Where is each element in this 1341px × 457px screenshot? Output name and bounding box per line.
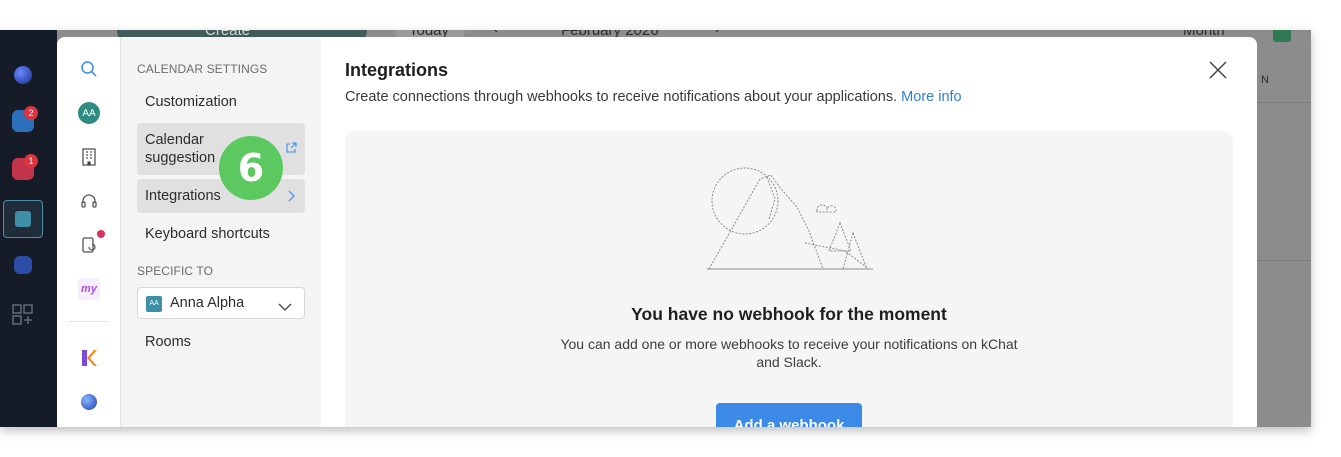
mountain-illustration [705, 159, 875, 278]
empty-state: You have no webhook for the moment You c… [345, 131, 1233, 427]
search-icon[interactable] [78, 58, 100, 80]
settings-modal: AA my CALENDAR SETTINGS Customization Ca… [57, 37, 1257, 427]
close-icon[interactable] [1207, 59, 1229, 81]
chevron-down-icon [278, 299, 292, 317]
empty-state-description: You can add one or more webhooks to rece… [560, 336, 1018, 370]
notification-dot [97, 230, 105, 238]
building-icon[interactable] [78, 146, 100, 168]
nav-item-rooms[interactable]: Rooms [137, 327, 305, 357]
more-info-link[interactable]: More info [901, 89, 961, 105]
nav-item-label: Integrations [145, 188, 221, 204]
app-window: 2 1 Create Today ‹ February 2026 › Month… [0, 30, 1311, 427]
nav-item-label: Rooms [145, 334, 191, 350]
nav-item-keyboard-shortcuts[interactable]: Keyboard shortcuts [137, 219, 305, 249]
orb-icon[interactable] [78, 391, 100, 413]
calendar-select[interactable]: AA Anna Alpha [137, 287, 305, 319]
add-webhook-button[interactable]: Add a webhook [716, 403, 862, 427]
next-month-icon: › [715, 30, 720, 37]
step-marker: 6 [219, 136, 283, 200]
calendar-avatar: AA [146, 296, 162, 312]
settings-nav: CALENDAR SETTINGS Customization Calendar… [121, 37, 321, 427]
calendar-app-icon[interactable] [3, 200, 43, 238]
settings-icon-column: AA my [57, 37, 121, 427]
user-avatar[interactable]: AA [78, 102, 100, 124]
kchat-k-icon[interactable] [78, 347, 100, 369]
bg-divider [1257, 260, 1311, 261]
calendar-app-glyph [15, 211, 31, 227]
page-title: Integrations [345, 60, 449, 80]
nav-item-integrations[interactable]: Integrations [137, 179, 305, 213]
app-rail: 2 1 [0, 30, 57, 427]
bg-divider [1257, 102, 1311, 103]
headset-icon[interactable] [78, 190, 100, 212]
integrations-page: Integrations Create connections through … [321, 37, 1257, 427]
my-ksuite-icon[interactable]: my [78, 278, 100, 300]
page-description: Create connections through webhooks to r… [345, 89, 962, 105]
cube-app-icon[interactable] [14, 256, 32, 274]
device-sync-icon[interactable] [78, 234, 100, 256]
nav-item-label: Customization [145, 94, 237, 110]
mail-badge: 2 [24, 106, 38, 120]
calendar-select-value: Anna Alpha [170, 295, 245, 311]
add-app-icon[interactable] [12, 304, 34, 326]
description-text: Create connections through webhooks to r… [345, 89, 898, 105]
chevron-right-icon [287, 190, 295, 206]
prev-month-icon: ‹ [493, 30, 498, 37]
specific-to-heading: SPECIFIC TO [137, 264, 214, 278]
nav-item-label: Keyboard shortcuts [145, 226, 270, 242]
icon-column-divider [69, 321, 109, 322]
nav-item-customization[interactable]: Customization [137, 87, 305, 117]
external-link-icon [285, 141, 297, 159]
column-fragment: N [1261, 74, 1269, 86]
empty-state-title: You have no webhook for the moment [631, 304, 947, 324]
globe-app-icon[interactable] [14, 66, 32, 84]
store-app-icon [1273, 30, 1291, 42]
nav-item-label: Calendar suggestion [145, 132, 216, 166]
drive-badge: 1 [24, 154, 38, 168]
orb-glyph [81, 394, 97, 410]
calendar-settings-heading: CALENDAR SETTINGS [137, 62, 268, 76]
